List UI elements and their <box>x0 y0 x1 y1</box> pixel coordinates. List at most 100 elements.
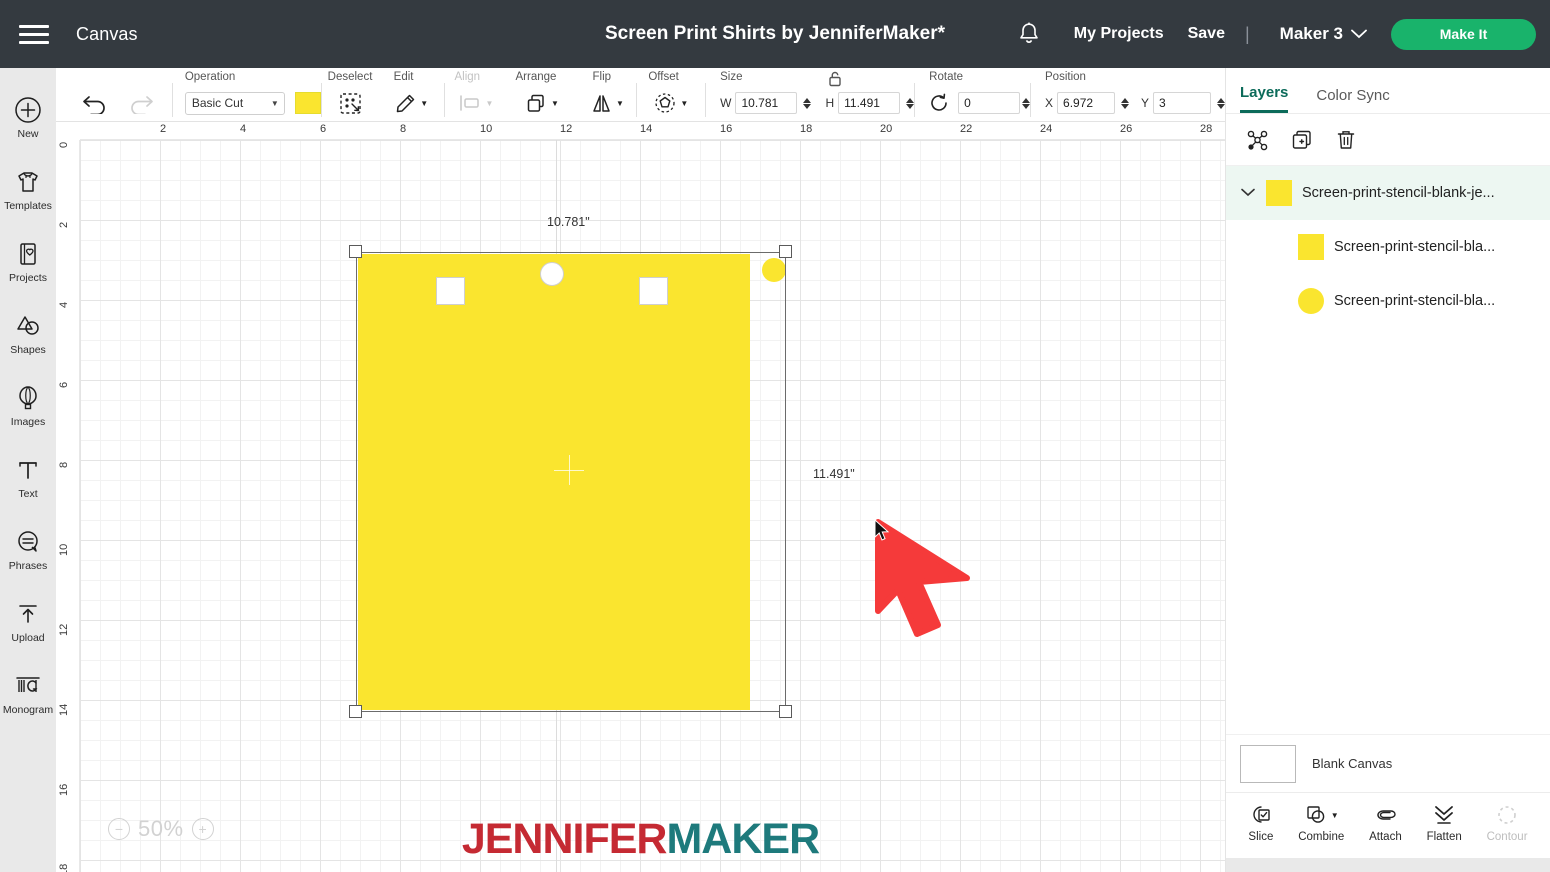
handle-bottom-right-resize[interactable] <box>779 705 792 718</box>
make-it-button[interactable]: Make It <box>1391 18 1536 50</box>
sidebar-item-templates[interactable]: Templates <box>0 154 56 226</box>
sidebar-item-shapes[interactable]: Shapes <box>0 298 56 370</box>
save-button[interactable]: Save <box>1176 25 1237 43</box>
size-label: Size <box>720 71 743 83</box>
deselect-icon[interactable] <box>339 92 362 115</box>
rotate-icon[interactable] <box>929 93 950 113</box>
rotate-input[interactable]: 0 <box>958 92 1021 114</box>
layer-child-row[interactable]: Screen-print-stencil-bla... <box>1226 274 1550 328</box>
contour-label: Contour <box>1486 831 1528 843</box>
width-stepper[interactable] <box>803 97 812 109</box>
watermark-maker: MAKER <box>666 815 820 863</box>
speech-bubble-icon <box>18 531 38 552</box>
sidebar-item-monogram[interactable]: Monogram <box>0 658 56 730</box>
canvas-label[interactable]: Canvas <box>76 24 138 45</box>
sidebar-item-new[interactable]: New <box>0 82 56 154</box>
chevron-down-icon[interactable] <box>1240 186 1256 200</box>
arrange-label: Arrange <box>515 71 557 83</box>
combine-label: Combine <box>1298 831 1345 843</box>
ruler-tick: 12 <box>58 623 70 636</box>
combine-button[interactable]: ▼ Combine <box>1298 804 1344 843</box>
hamburger-menu-icon[interactable] <box>14 14 54 54</box>
arrange-layers-icon[interactable] <box>526 93 547 114</box>
tab-layers[interactable]: Layers <box>1240 84 1289 113</box>
lock-open-icon[interactable] <box>828 70 842 90</box>
edit-label: Edit <box>393 71 414 83</box>
flip-group: Flip ▼ <box>578 67 636 121</box>
selection-bounding-box <box>356 252 786 712</box>
operation-color-swatch[interactable] <box>294 92 321 114</box>
sidebar-item-projects[interactable]: Projects <box>0 226 56 298</box>
slice-button[interactable]: Slice <box>1248 804 1273 843</box>
caret-down-icon[interactable]: ▼ <box>680 99 688 108</box>
handle-top-left-delete[interactable] <box>349 245 362 258</box>
height-stepper[interactable] <box>906 97 915 109</box>
canvas-layer-row[interactable]: Blank Canvas <box>1226 734 1550 792</box>
sidebar-item-upload[interactable]: Upload <box>0 586 56 658</box>
chevron-down-icon <box>1351 29 1367 39</box>
layer-color-swatch[interactable] <box>1266 180 1292 206</box>
group-ungroup-icon[interactable] <box>1246 128 1270 152</box>
position-y-input[interactable]: 3 <box>1153 92 1212 114</box>
ruler-tick: 2 <box>58 221 70 228</box>
attach-button[interactable]: Attach <box>1369 804 1402 843</box>
position-group: Position X 6.972 Y 3 <box>1031 67 1226 121</box>
sidebar-item-images[interactable]: Images <box>0 370 56 442</box>
blank-canvas-thumbnail[interactable] <box>1240 744 1296 783</box>
combine-icon <box>1307 806 1325 823</box>
my-projects-link[interactable]: My Projects <box>1062 25 1176 43</box>
ruler-tick: 18 <box>800 123 813 135</box>
height-label: H <box>825 96 835 110</box>
left-sidebar: New Templates Projects Shapes Images Tex… <box>0 68 56 872</box>
handle-top-right-rotate[interactable] <box>779 245 792 258</box>
caret-down-icon[interactable]: ▼ <box>551 99 559 108</box>
delete-trash-icon[interactable] <box>1334 128 1358 152</box>
caret-down-icon[interactable]: ▼ <box>420 99 428 108</box>
position-x-input[interactable]: 6.972 <box>1057 92 1116 114</box>
redo-icon[interactable] <box>128 92 154 114</box>
flatten-icon <box>1435 806 1454 824</box>
width-input[interactable]: 10.781 <box>735 92 798 114</box>
undo-icon[interactable] <box>82 92 108 114</box>
machine-selector[interactable]: Maker 3 <box>1258 24 1381 44</box>
zoom-in-icon[interactable]: + <box>191 818 214 840</box>
ruler-tick: 10 <box>480 123 493 135</box>
handle-bottom-left-unlock[interactable] <box>349 705 362 718</box>
position-y-stepper[interactable] <box>1217 97 1226 109</box>
tshirt-icon <box>18 172 38 192</box>
layer-child-row[interactable]: Screen-print-stencil-bla... <box>1226 220 1550 274</box>
rotate-stepper[interactable] <box>1022 97 1031 109</box>
sidebar-item-phrases[interactable]: Phrases <box>0 514 56 586</box>
layer-color-swatch[interactable] <box>1298 234 1324 260</box>
notification-bell-icon[interactable] <box>1012 17 1046 51</box>
caret-down-icon[interactable]: ▼ <box>616 99 624 108</box>
height-input[interactable]: 11.491 <box>838 92 901 114</box>
caret-down-icon[interactable]: ▼ <box>1331 811 1339 820</box>
operation-select[interactable]: Basic Cut ▼ <box>184 91 285 115</box>
pencil-icon[interactable] <box>395 93 416 114</box>
layer-group-row[interactable]: Screen-print-stencil-blank-je... <box>1226 166 1550 220</box>
sidebar-item-text[interactable]: Text <box>0 442 56 514</box>
zoom-out-icon[interactable]: − <box>108 818 130 840</box>
offset-icon[interactable] <box>654 92 676 114</box>
duplicate-icon[interactable] <box>1290 128 1314 152</box>
machine-name: Maker 3 <box>1279 24 1343 43</box>
flatten-button[interactable]: Flatten <box>1427 804 1462 843</box>
panel-footer <box>1226 858 1550 872</box>
ruler-tick: 10 <box>58 543 70 556</box>
position-y-label: Y <box>1141 96 1150 110</box>
layer-color-swatch[interactable] <box>1298 288 1324 314</box>
ruler-tick: 12 <box>560 123 573 135</box>
vertical-ruler: 0 2 4 6 8 10 12 14 16 18 <box>56 122 80 872</box>
flip-icon[interactable] <box>591 93 612 114</box>
tab-color-sync[interactable]: Color Sync <box>1316 87 1389 113</box>
design-canvas[interactable]: 2 4 6 8 10 12 14 16 18 20 22 24 26 28 0 … <box>56 122 1225 872</box>
width-label: W <box>720 96 732 110</box>
deselect-group: Deselect <box>322 67 380 121</box>
position-x-stepper[interactable] <box>1121 97 1130 109</box>
top-bar-actions: My Projects Save | Maker 3 Make It <box>1012 17 1550 51</box>
rotate-label: Rotate <box>929 71 964 83</box>
ruler-tick: 4 <box>240 123 247 135</box>
ruler-tick: 18 <box>58 863 70 872</box>
operation-group: Operation Basic Cut ▼ <box>173 67 321 121</box>
